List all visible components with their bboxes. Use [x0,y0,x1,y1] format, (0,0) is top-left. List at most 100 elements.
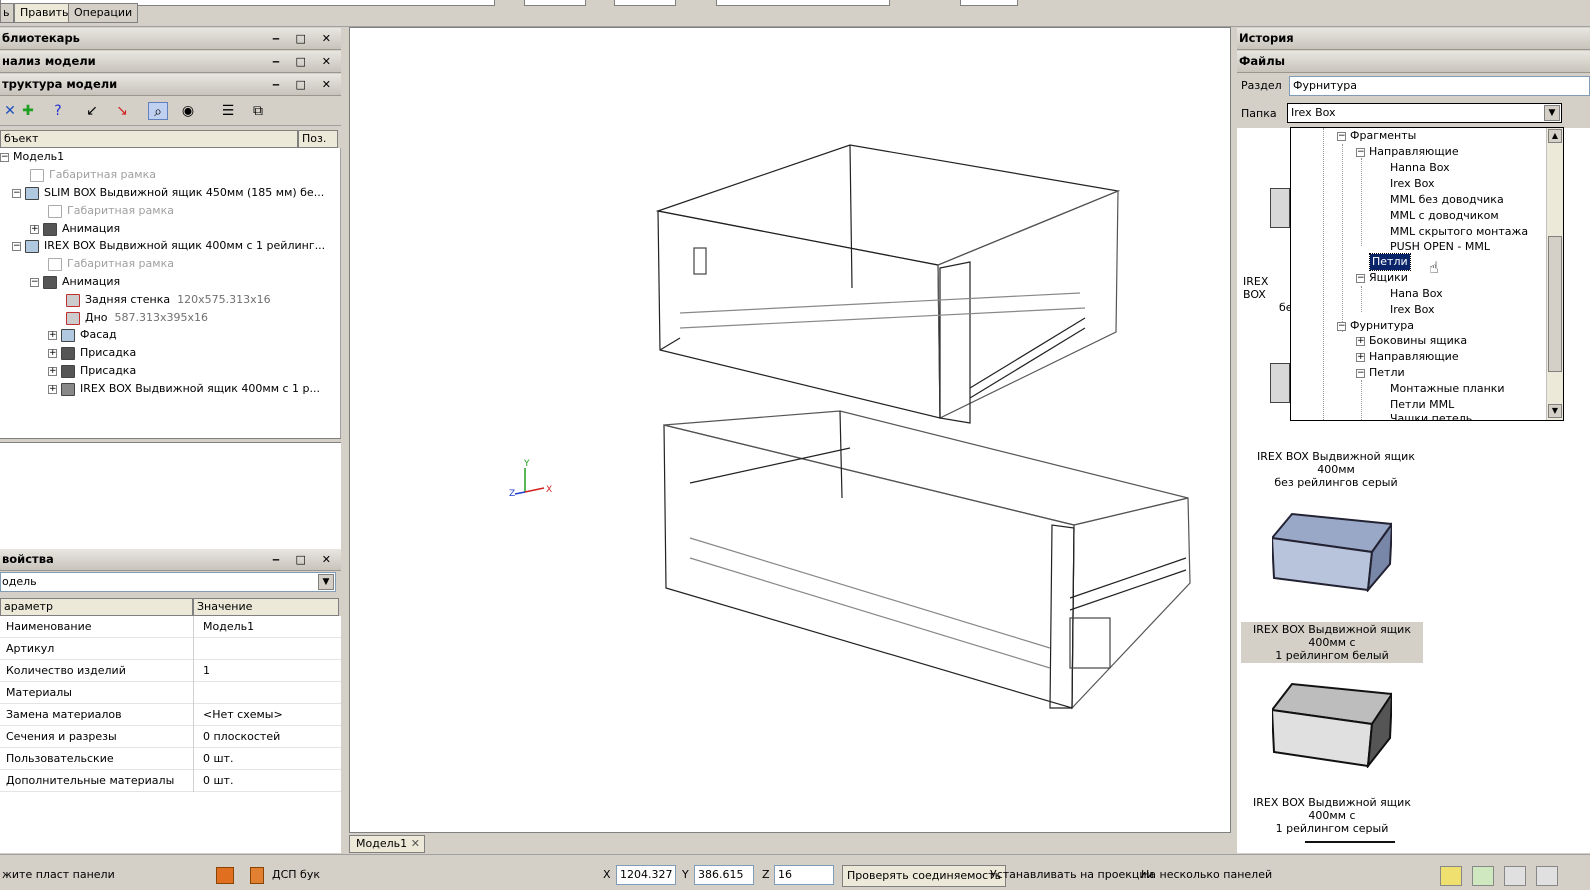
property-row[interactable]: Сечения и разрезы 0 плоскостей [0,726,341,748]
dropdown-scrollbar[interactable]: ▲ ▼ [1546,128,1563,420]
multiple-panels-toggle[interactable]: На несколько панелей [1141,865,1272,887]
properties-object-select[interactable]: одель ▼ [0,572,336,592]
dropdown-item[interactable]: Irex Box [1390,176,1435,192]
drawer-thumbnail[interactable] [1270,188,1290,228]
tab-model1[interactable]: Модель1 ✕ [349,835,425,853]
tree-row[interactable]: − Модель1 [0,148,64,165]
grid-icon[interactable] [1536,866,1558,886]
dropdown-item[interactable]: MML без доводчика [1390,192,1504,208]
analysis-panel-controls[interactable]: ‒ □ ✕ [272,51,337,72]
drawer-thumbnail[interactable] [1270,676,1394,770]
dropdown-item[interactable]: Hana Box [1390,286,1443,302]
toolbar-combo-2[interactable] [614,0,676,6]
menu-tab-edit[interactable]: Править [14,3,75,23]
collapse-icon[interactable]: − [0,152,9,162]
expand-icon[interactable]: + [48,330,57,340]
col-param[interactable]: араметр [0,598,193,616]
property-row[interactable]: Пользовательские 0 шт. [0,748,341,770]
scroll-thumb[interactable] [1548,236,1562,372]
collapse-icon[interactable]: − [30,277,39,287]
files-panel-header[interactable]: Файлы [1237,51,1590,73]
tree-row[interactable]: + Присадка [48,362,136,379]
collapse-icon[interactable]: − [1356,273,1365,283]
toolbar-combo-4[interactable] [960,0,1018,6]
collapse-icon[interactable]: − [1356,147,1365,157]
properties-panel-controls[interactable]: ‒ □ ✕ [272,549,337,570]
help-icon[interactable]: ? [48,102,68,120]
projection-toggle[interactable]: Устанавливать на проекции [990,865,1154,887]
property-row[interactable]: Количество изделий 1 [0,660,341,682]
property-row[interactable]: Замена материалов <Нет схемы> [0,704,341,726]
drawer-thumbnail[interactable] [1305,841,1395,853]
structure-panel-controls[interactable]: ‒ □ ✕ [272,74,337,95]
collapse-icon[interactable]: − [1356,368,1365,378]
drawer-thumbnail[interactable] [1270,506,1394,594]
tree-row[interactable]: Задняя стенка 120x575.313x16 [66,291,271,308]
library-panel-header[interactable]: блиотекарь ‒ □ ✕ [0,28,341,50]
property-row[interactable]: Наименование Модель1 [0,616,341,638]
menu-tab-file[interactable]: ь [0,3,14,23]
tree-row[interactable]: − IREX BOX Выдвижной ящик 400мм с 1 рейли… [12,237,325,254]
tree-row[interactable]: Дно 587.313x395x16 [66,309,208,326]
structure-panel-header[interactable]: труктура модели ‒ □ ✕ [0,74,341,96]
chevron-down-icon[interactable]: ▼ [1544,105,1560,121]
3d-viewport[interactable]: Y X Z [349,27,1231,833]
property-row[interactable]: Артикул [0,638,341,660]
delete-icon[interactable]: ✕ [0,102,20,120]
dropdown-item[interactable]: − Фрагменты [1337,128,1416,144]
dropdown-item[interactable]: PUSH OPEN - MML [1390,239,1490,255]
expand-icon[interactable]: + [1356,352,1365,362]
col-object[interactable]: бъект [0,130,298,148]
drawer-thumbnail[interactable] [1270,363,1290,403]
dropdown-item[interactable]: − Направляющие [1356,144,1459,160]
property-row[interactable]: Дополнительные материалы 0 шт. [0,770,341,792]
dropdown-item[interactable]: Hanna Box [1390,160,1450,176]
properties-panel-header[interactable]: войства ‒ □ ✕ [0,549,341,571]
expand-icon[interactable]: + [30,224,39,234]
col-value[interactable]: Значение [193,598,339,616]
tree-row[interactable]: − Анимация [30,273,120,290]
tree-row[interactable]: + Присадка [48,344,136,361]
list-icon[interactable]: ☰ [218,102,238,120]
table-icon[interactable] [1504,866,1526,886]
dropdown-item[interactable]: Монтажные планки [1390,381,1505,397]
tree-row[interactable]: Габаритная рамка [30,166,156,183]
library-panel-controls[interactable]: ‒ □ ✕ [272,28,337,49]
material-name[interactable]: ДСП бук [272,865,320,887]
folder-dropdown-tree[interactable]: − Фрагменты − Направляющие Hanna Box Irex … [1290,127,1564,421]
property-row[interactable]: Материалы [0,682,341,704]
zoom-icon[interactable]: ⌕ [148,102,168,120]
collapse-icon[interactable]: − [12,241,21,251]
dropdown-item[interactable]: − Фурнитура [1337,318,1414,334]
add-icon[interactable]: ✚ [18,102,38,120]
tree-row[interactable]: Габаритная рамка [48,202,174,219]
expand-icon[interactable]: + [1356,336,1365,346]
tree-row[interactable]: + IREX BOX Выдвижной ящик 400мм с 1 р... [48,380,320,397]
expand-icon[interactable]: + [48,348,57,358]
section-field[interactable]: Фурнитура [1289,76,1590,96]
dropdown-item[interactable]: Чашки петель [1390,412,1472,420]
dropdown-item[interactable]: + Боковины ящика [1356,333,1467,349]
chevron-down-icon[interactable]: ▼ [318,574,334,590]
material-swatch-icon[interactable] [216,867,234,884]
dropdown-item[interactable]: Irex Box [1390,302,1435,318]
collapse-icon[interactable]: − [1337,131,1346,141]
collapse-icon[interactable]: − [1337,321,1346,331]
dropdown-item[interactable]: MML с доводчиком [1390,208,1499,224]
toolbar-combo-1[interactable] [524,0,586,6]
dropdown-item-selected[interactable]: Петли [1369,253,1411,271]
close-icon[interactable]: ✕ [411,836,420,852]
tree-row[interactable]: + Фасад [48,326,117,343]
analysis-panel-header[interactable]: нализ модели ‒ □ ✕ [0,51,341,73]
remove-link-icon[interactable]: ↘ [112,102,132,120]
dropdown-item[interactable]: + Направляющие [1356,349,1459,365]
z-coordinate-input[interactable]: 16 [774,865,834,885]
link-icon[interactable]: ↙ [82,102,102,120]
dropdown-item[interactable]: − Петли [1356,365,1405,381]
collapse-icon[interactable]: − [12,188,21,198]
eye-icon[interactable]: ◉ [178,102,198,120]
edit-icon[interactable] [1472,866,1494,886]
tree-row[interactable]: Габаритная рамка [48,255,174,272]
x-coordinate-input[interactable]: 1204.327 [616,865,676,885]
toolbar-combo-3[interactable] [716,0,890,6]
